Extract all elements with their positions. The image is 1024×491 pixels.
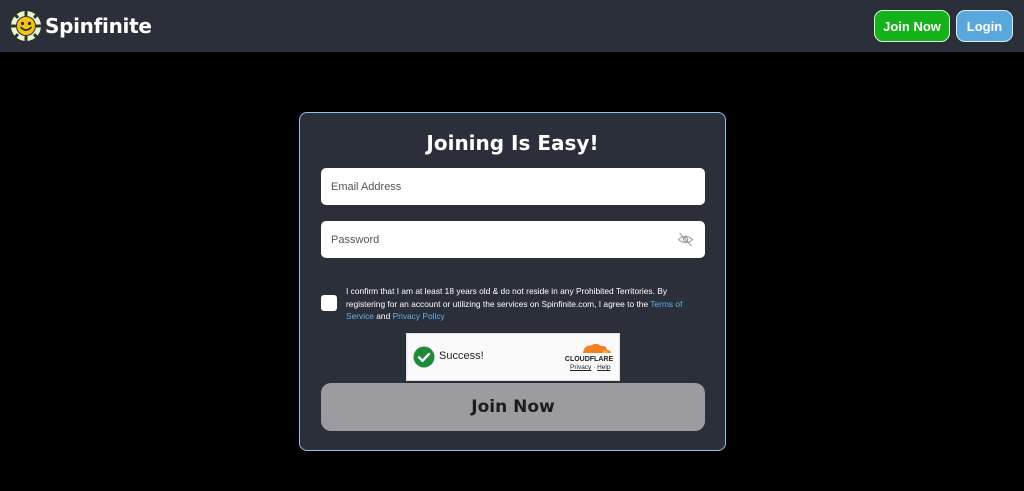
captcha-help-link[interactable]: Help <box>597 364 610 371</box>
top-header: Spinfinite Join Now Login <box>0 0 1024 52</box>
header-login-button[interactable]: Login <box>956 10 1013 42</box>
captcha-links: Privacy · Help <box>570 364 610 371</box>
captcha-status: Success! <box>439 350 484 362</box>
password-field-wrapper <box>321 221 705 258</box>
cloudflare-wordmark: CLOUDFLARE <box>565 356 614 363</box>
password-field[interactable] <box>321 221 705 258</box>
brand-name: Spinfinite <box>45 14 152 38</box>
brand-logo[interactable]: Spinfinite <box>10 8 152 44</box>
poker-chip-smiley-icon <box>11 11 41 41</box>
form-title: Joining Is Easy! <box>426 131 599 155</box>
privacy-policy-link[interactable]: Privacy Policy <box>393 311 445 321</box>
check-circle-icon <box>413 346 435 368</box>
captcha-privacy-link[interactable]: Privacy <box>570 364 591 371</box>
header-join-button[interactable]: Join Now <box>874 10 950 42</box>
signup-card: Joining Is Easy! I confirm that I am at … <box>299 112 726 451</box>
eye-slash-icon[interactable] <box>677 232 694 247</box>
cloudflare-logo-icon: CLOUDFLARE <box>565 343 614 363</box>
join-now-submit-button[interactable]: Join Now <box>321 383 705 431</box>
age-consent-checkbox[interactable] <box>321 295 337 311</box>
consent-prefix: I confirm that I am at least 18 years ol… <box>346 286 668 309</box>
email-field[interactable] <box>321 168 705 205</box>
consent-and: and <box>373 311 393 321</box>
captcha-link-separator: · <box>593 364 596 371</box>
cloudflare-captcha-widget: Success! CLOUDFLARE Privacy · Help <box>406 333 620 381</box>
consent-text: I confirm that I am at least 18 years ol… <box>346 285 701 323</box>
